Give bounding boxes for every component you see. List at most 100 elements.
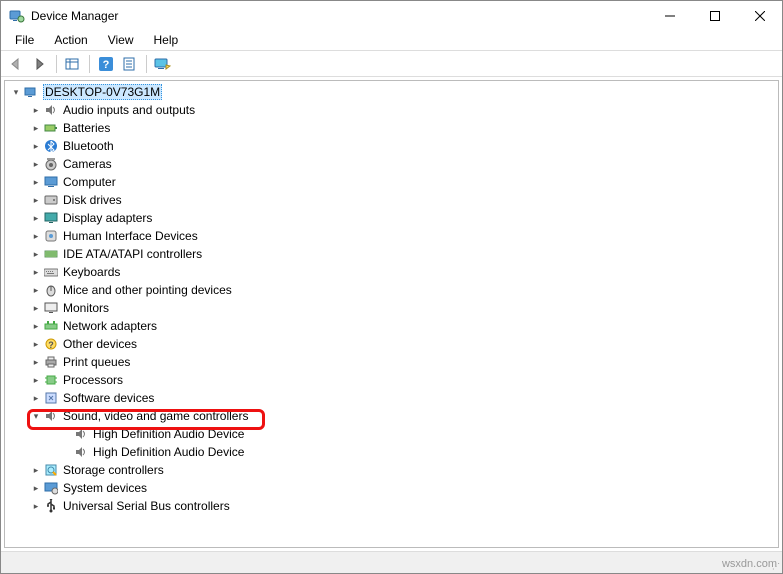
- tree-item-label: Keyboards: [63, 265, 120, 279]
- back-button[interactable]: [5, 53, 27, 75]
- network-icon: [43, 318, 59, 334]
- speaker-icon: [43, 102, 59, 118]
- expand-toggle[interactable]: ▸: [29, 285, 43, 296]
- tree-view[interactable]: ▾ DESKTOP-0V73G1M▸Audio inputs and output…: [4, 80, 779, 548]
- forward-button[interactable]: [29, 53, 51, 75]
- tree-item-label: Cameras: [63, 157, 112, 171]
- tree-item[interactable]: ▸ Bluetooth: [5, 137, 778, 155]
- svg-text:?: ?: [103, 59, 110, 71]
- expand-toggle[interactable]: ▸: [29, 303, 43, 314]
- expand-toggle[interactable]: ▾: [9, 87, 23, 98]
- expand-toggle[interactable]: ▸: [29, 195, 43, 206]
- help-button[interactable]: ?: [95, 53, 117, 75]
- camera-icon: [43, 156, 59, 172]
- tree-item[interactable]: ▸ Processors: [5, 371, 778, 389]
- tree-item-label: Monitors: [63, 301, 109, 315]
- tree-item-label: Disk drives: [63, 193, 122, 207]
- tree-item-label: System devices: [63, 481, 147, 495]
- tree-item-label: High Definition Audio Device: [93, 445, 244, 459]
- tree-child-item[interactable]: High Definition Audio Device: [5, 443, 778, 461]
- minimize-button[interactable]: [647, 1, 692, 31]
- computer-icon: [43, 174, 59, 190]
- sound-icon: [43, 408, 59, 424]
- tree-item[interactable]: ▸ Universal Serial Bus controllers: [5, 497, 778, 515]
- expand-toggle[interactable]: ▾: [29, 411, 43, 422]
- tree-item[interactable]: ▸Computer: [5, 173, 778, 191]
- tree-item[interactable]: ▸Network adapters: [5, 317, 778, 335]
- tree-item[interactable]: ▸Audio inputs and outputs: [5, 101, 778, 119]
- menu-view[interactable]: View: [98, 31, 144, 50]
- tree-item[interactable]: ▸ Batteries: [5, 119, 778, 137]
- tree-item[interactable]: ▸ Human Interface Devices: [5, 227, 778, 245]
- expand-toggle[interactable]: ▸: [29, 501, 43, 512]
- tree-item[interactable]: ▸ Keyboards: [5, 263, 778, 281]
- tree-item[interactable]: ▸Storage controllers: [5, 461, 778, 479]
- menu-help[interactable]: Help: [144, 31, 189, 50]
- tree-item[interactable]: ▸IDE ATA/ATAPI controllers: [5, 245, 778, 263]
- expand-toggle[interactable]: ▸: [29, 267, 43, 278]
- menubar: File Action View Help: [1, 31, 782, 51]
- tree-item-label: DESKTOP-0V73G1M: [43, 84, 162, 100]
- tree-item[interactable]: ▾ DESKTOP-0V73G1M: [5, 83, 778, 101]
- expand-toggle[interactable]: ▸: [29, 141, 43, 152]
- expand-toggle[interactable]: ▸: [29, 339, 43, 350]
- system-icon: [43, 480, 59, 496]
- monitor-device-icon: [43, 300, 59, 316]
- tree-item[interactable]: ▸Display adapters: [5, 209, 778, 227]
- expand-toggle[interactable]: ▸: [29, 159, 43, 170]
- tree-item[interactable]: ▸Print queues: [5, 353, 778, 371]
- mouse-icon: [43, 282, 59, 298]
- printer-icon: [43, 354, 59, 370]
- disk-icon: [43, 192, 59, 208]
- battery-icon: [43, 120, 59, 136]
- tree-item-label: Human Interface Devices: [63, 229, 198, 243]
- tree-item-label: Other devices: [63, 337, 137, 351]
- maximize-button[interactable]: [692, 1, 737, 31]
- expand-toggle[interactable]: ▸: [29, 105, 43, 116]
- expand-toggle[interactable]: ▸: [29, 123, 43, 134]
- expand-toggle[interactable]: ▸: [29, 393, 43, 404]
- toolbar-divider: [146, 55, 147, 73]
- svg-text:?: ?: [48, 340, 54, 350]
- tree-item-label: Universal Serial Bus controllers: [63, 499, 230, 513]
- tree-item[interactable]: ▸? Other devices: [5, 335, 778, 353]
- expand-toggle[interactable]: ▸: [29, 231, 43, 242]
- scan-button[interactable]: [152, 53, 174, 75]
- properties-button[interactable]: [119, 53, 141, 75]
- toolbar-divider: [56, 55, 57, 73]
- expand-toggle[interactable]: ▸: [29, 375, 43, 386]
- toolbar-divider: [89, 55, 90, 73]
- statusbar: ⋰: [1, 551, 782, 573]
- tree-item-label: Mice and other pointing devices: [63, 283, 232, 297]
- root-icon: [23, 84, 39, 100]
- tree-item-label: Bluetooth: [63, 139, 114, 153]
- app-icon: [9, 8, 25, 24]
- keyboard-icon: [43, 264, 59, 280]
- expand-toggle[interactable]: ▸: [29, 249, 43, 260]
- expand-toggle[interactable]: ▸: [29, 321, 43, 332]
- expand-toggle[interactable]: ▸: [29, 213, 43, 224]
- tree-item[interactable]: ▾Sound, video and game controllers: [5, 407, 778, 425]
- tree-item[interactable]: ▸ System devices: [5, 479, 778, 497]
- usb-icon: [43, 498, 59, 514]
- show-hidden-button[interactable]: [62, 53, 84, 75]
- tree-item[interactable]: ▸Software devices: [5, 389, 778, 407]
- tree-item-label: Processors: [63, 373, 123, 387]
- tree-item[interactable]: ▸ Cameras: [5, 155, 778, 173]
- menu-file[interactable]: File: [5, 31, 44, 50]
- tree-item[interactable]: ▸ Monitors: [5, 299, 778, 317]
- display-icon: [43, 210, 59, 226]
- window-buttons: [647, 1, 782, 31]
- tree-child-item[interactable]: High Definition Audio Device: [5, 425, 778, 443]
- expand-toggle[interactable]: ▸: [29, 483, 43, 494]
- expand-toggle[interactable]: ▸: [29, 357, 43, 368]
- close-button[interactable]: [737, 1, 782, 31]
- menu-action[interactable]: Action: [44, 31, 97, 50]
- tree-item[interactable]: ▸ Disk drives: [5, 191, 778, 209]
- bluetooth-icon: [43, 138, 59, 154]
- tree-item-label: High Definition Audio Device: [93, 427, 244, 441]
- expand-toggle[interactable]: ▸: [29, 465, 43, 476]
- tree-item[interactable]: ▸ Mice and other pointing devices: [5, 281, 778, 299]
- expand-toggle[interactable]: ▸: [29, 177, 43, 188]
- tree-item-label: Batteries: [63, 121, 110, 135]
